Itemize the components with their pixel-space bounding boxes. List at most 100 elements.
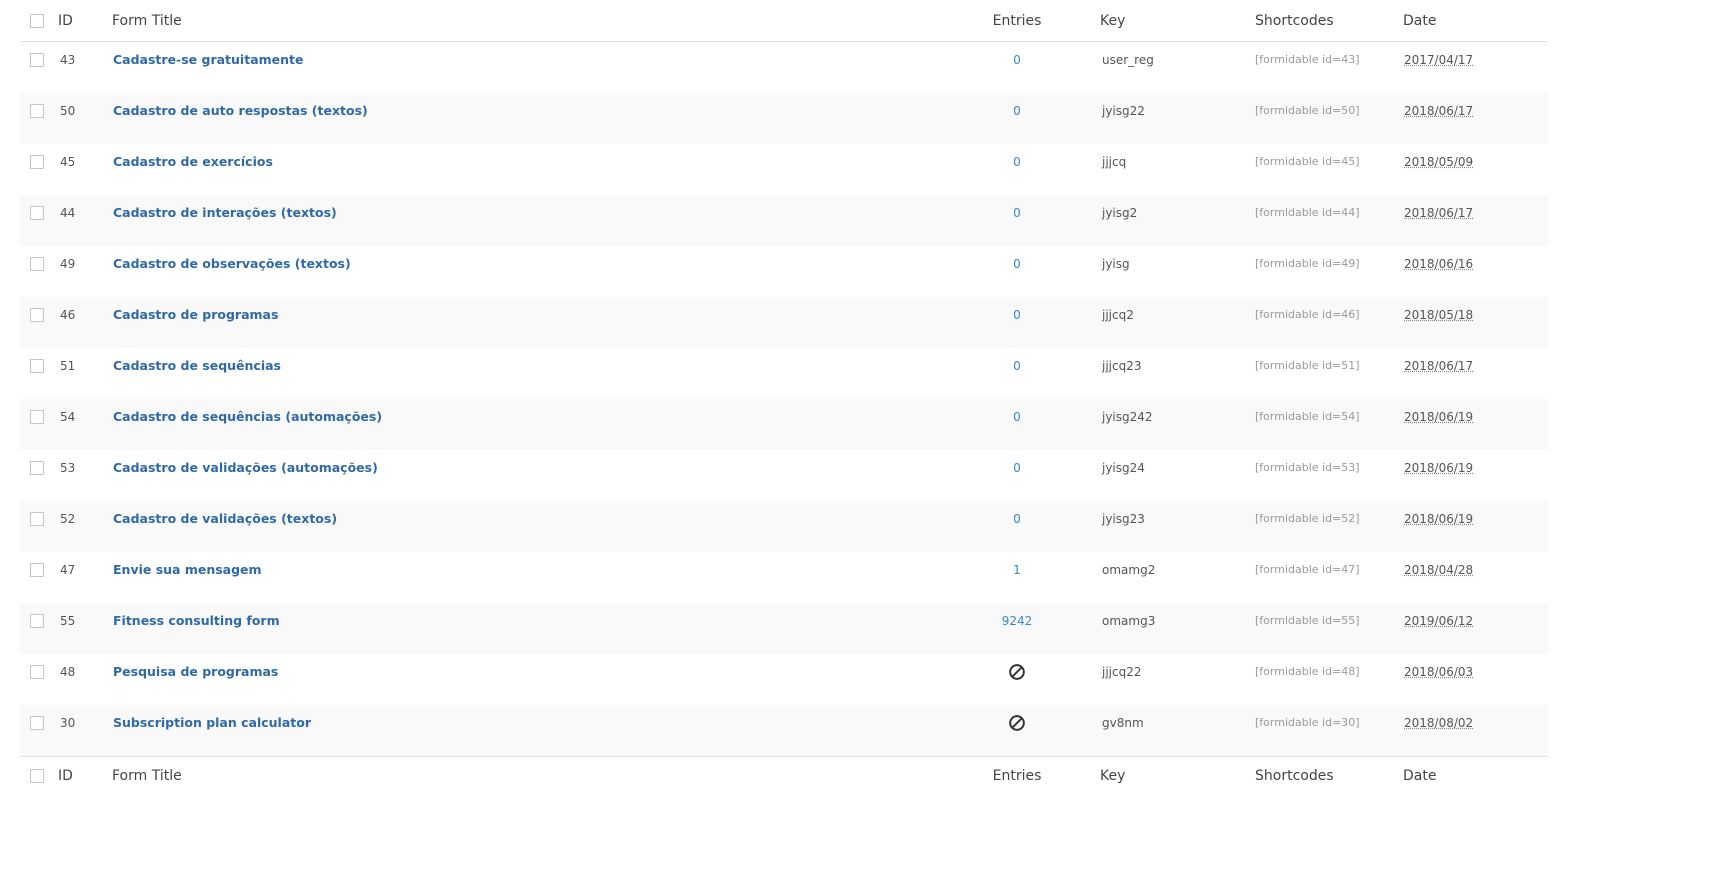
row-checkbox[interactable] xyxy=(30,450,44,485)
table-row: 30 Subscription plan calculator gv8nm [form… xyxy=(20,705,1548,756)
column-header-key[interactable]: Key xyxy=(1100,0,1125,41)
form-date: 2018/06/17 xyxy=(1404,103,1474,118)
row-checkbox[interactable] xyxy=(30,195,44,230)
form-id: 54 xyxy=(60,409,76,424)
row-checkbox[interactable] xyxy=(30,246,44,281)
form-shortcode: [formidable id=52] xyxy=(1255,512,1360,525)
form-title-link[interactable]: Cadastro de validações (textos) xyxy=(113,501,337,536)
column-footer-shortcodes: Shortcodes xyxy=(1255,767,1334,784)
row-checkbox[interactable] xyxy=(30,42,44,77)
form-key: jjjcq23 xyxy=(1102,358,1142,373)
form-title-link[interactable]: Envie sua mensagem xyxy=(113,552,262,587)
form-key: omamg3 xyxy=(1102,613,1156,628)
entries-count-link[interactable]: 0 xyxy=(980,399,1054,434)
table-header: ID Form Title Entries Key Shortcodes Dat… xyxy=(20,0,1548,42)
table-row: 44 Cadastro de interações (textos) 0 jyisg2… xyxy=(20,195,1548,246)
entries-count-link[interactable]: 0 xyxy=(980,246,1054,281)
form-shortcode: [formidable id=49] xyxy=(1255,257,1360,270)
row-checkbox[interactable] xyxy=(30,705,44,740)
select-all-checkbox-footer[interactable] xyxy=(30,757,44,794)
column-header-shortcodes: Shortcodes xyxy=(1255,12,1334,29)
form-key: jyisg2 xyxy=(1102,205,1138,220)
entries-count-link[interactable]: 1 xyxy=(980,552,1054,587)
form-id: 47 xyxy=(60,562,76,577)
row-checkbox[interactable] xyxy=(30,603,44,638)
table-row: 50 Cadastro de auto respostas (textos) 0 jy… xyxy=(20,93,1548,144)
forms-table: ID Form Title Entries Key Shortcodes Dat… xyxy=(20,0,1548,794)
row-checkbox[interactable] xyxy=(30,552,44,587)
entries-count-link[interactable]: 0 xyxy=(980,297,1054,332)
entries-count-link[interactable]: 0 xyxy=(980,501,1054,536)
form-date: 2018/05/09 xyxy=(1404,154,1474,169)
table-row: 54 Cadastro de sequências (automações) 0 jy… xyxy=(20,399,1548,450)
form-title-link[interactable]: Cadastro de programas xyxy=(113,297,278,332)
form-id: 52 xyxy=(60,511,76,526)
form-date: 2018/06/19 xyxy=(1404,511,1474,526)
form-key: gv8nm xyxy=(1102,715,1144,730)
entries-count-link[interactable]: 9242 xyxy=(980,603,1054,638)
table-row: 52 Cadastro de validações (textos) 0 jyisg2… xyxy=(20,501,1548,552)
row-checkbox[interactable] xyxy=(30,144,44,179)
form-shortcode: [formidable id=46] xyxy=(1255,308,1360,321)
form-title-link[interactable]: Subscription plan calculator xyxy=(113,705,311,740)
form-date: 2018/06/17 xyxy=(1404,205,1474,220)
row-checkbox[interactable] xyxy=(30,399,44,434)
row-checkbox[interactable] xyxy=(30,348,44,383)
form-shortcode: [formidable id=45] xyxy=(1255,155,1360,168)
form-title-link[interactable]: Cadastro de validações (automações) xyxy=(113,450,378,485)
form-shortcode: [formidable id=54] xyxy=(1255,410,1360,423)
form-title-link[interactable]: Pesquisa de programas xyxy=(113,654,278,689)
table-body: 43 Cadastre-se gratuitamente 0 user_reg [for… xyxy=(20,42,1548,756)
form-id: 53 xyxy=(60,460,76,475)
entries-count-link[interactable]: 0 xyxy=(980,195,1054,230)
entries-cell xyxy=(980,654,1054,689)
form-id: 43 xyxy=(60,52,76,67)
form-key: jyisg xyxy=(1102,256,1130,271)
table-row: 47 Envie sua mensagem 1 omamg2 [formidable i… xyxy=(20,552,1548,603)
table-row: 46 Cadastro de programas 0 jjjcq2 [formidabl… xyxy=(20,297,1548,348)
form-title-link[interactable]: Fitness consulting form xyxy=(113,603,280,638)
form-id: 50 xyxy=(60,103,76,118)
form-shortcode: [formidable id=47] xyxy=(1255,563,1360,576)
column-footer-id[interactable]: ID xyxy=(58,757,73,794)
form-key: jjjcq xyxy=(1102,154,1127,169)
form-date: 2018/06/16 xyxy=(1404,256,1474,271)
form-title-link[interactable]: Cadastro de auto respostas (textos) xyxy=(113,93,368,128)
entries-count-link[interactable]: 0 xyxy=(980,144,1054,179)
form-date: 2018/06/19 xyxy=(1404,409,1474,424)
entries-count-link[interactable]: 0 xyxy=(980,450,1054,485)
entries-count-link[interactable]: 0 xyxy=(980,93,1054,128)
column-header-id[interactable]: ID xyxy=(58,0,73,41)
entries-count-link[interactable]: 0 xyxy=(980,348,1054,383)
entries-count-link[interactable]: 0 xyxy=(980,42,1054,77)
select-all-checkbox[interactable] xyxy=(30,0,44,41)
form-key: jjjcq2 xyxy=(1102,307,1134,322)
form-shortcode: [formidable id=51] xyxy=(1255,359,1360,372)
column-footer-date[interactable]: Date xyxy=(1403,757,1436,794)
row-checkbox[interactable] xyxy=(30,297,44,332)
row-checkbox[interactable] xyxy=(30,93,44,128)
form-date: 2019/06/12 xyxy=(1404,613,1474,628)
column-footer-title[interactable]: Form Title xyxy=(112,757,182,794)
form-title-link[interactable]: Cadastro de sequências xyxy=(113,348,281,383)
form-title-link[interactable]: Cadastro de interações (textos) xyxy=(113,195,337,230)
column-header-title[interactable]: Form Title xyxy=(112,0,182,41)
table-row: 45 Cadastro de exercícios 0 jjjcq [formidabl… xyxy=(20,144,1548,195)
form-date: 2018/04/28 xyxy=(1404,562,1474,577)
form-title-link[interactable]: Cadastro de observações (textos) xyxy=(113,246,351,281)
form-key: jjjcq22 xyxy=(1102,664,1142,679)
form-key: jyisg23 xyxy=(1102,511,1145,526)
row-checkbox[interactable] xyxy=(30,501,44,536)
form-title-link[interactable]: Cadastro de exercícios xyxy=(113,144,273,179)
column-footer-entries: Entries xyxy=(992,767,1042,784)
row-checkbox[interactable] xyxy=(30,654,44,689)
form-id: 48 xyxy=(60,664,76,679)
form-date: 2018/05/18 xyxy=(1404,307,1474,322)
form-title-link[interactable]: Cadastro de sequências (automações) xyxy=(113,399,382,434)
form-title-link[interactable]: Cadastre-se gratuitamente xyxy=(113,42,303,77)
form-date: 2018/06/17 xyxy=(1404,358,1474,373)
table-row: 43 Cadastre-se gratuitamente 0 user_reg [for… xyxy=(20,42,1548,93)
column-footer-key[interactable]: Key xyxy=(1100,757,1125,794)
column-header-date[interactable]: Date xyxy=(1403,0,1436,41)
form-shortcode: [formidable id=30] xyxy=(1255,716,1360,729)
